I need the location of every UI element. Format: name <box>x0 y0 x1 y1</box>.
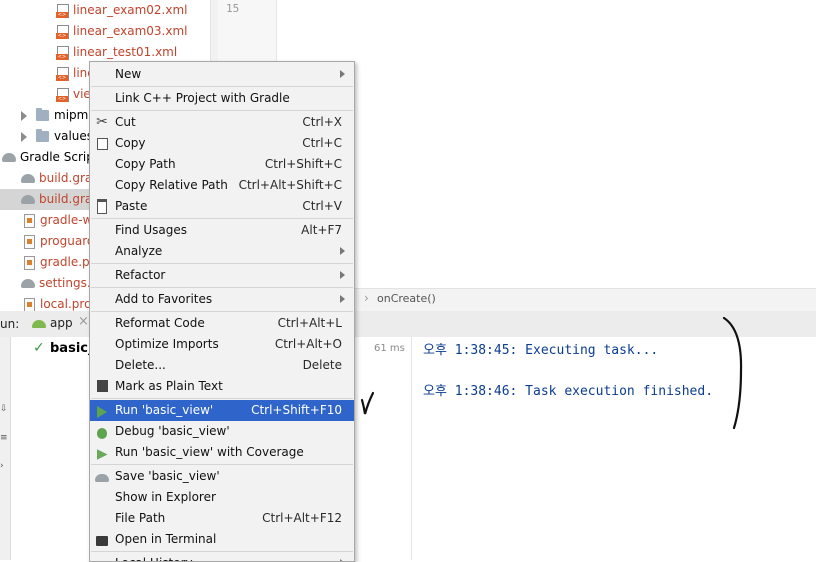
console-output[interactable] <box>411 337 816 560</box>
console-line: 오후 1:38:45: Executing task... <box>423 343 659 358</box>
copy-icon <box>93 133 109 154</box>
menu-item-open-terminal[interactable]: Open in Terminal <box>90 529 354 550</box>
menu-item-copy-path[interactable]: Copy Path Ctrl+Shift+C <box>90 154 354 175</box>
coverage-icon <box>95 442 109 463</box>
context-menu: New Link C++ Project with Gradle ✂ Cut Ctr… <box>89 61 355 562</box>
submenu-arrow-icon <box>340 295 345 303</box>
menu-item-link-cpp[interactable]: Link C++ Project with Gradle <box>90 88 354 109</box>
tree-item-file[interactable]: <> linear_test01.xml <box>56 42 177 63</box>
submenu-arrow-icon <box>340 247 345 255</box>
submenu-arrow-icon <box>340 271 345 279</box>
breadcrumb-separator-icon: › <box>364 291 369 305</box>
plain-text-icon <box>95 376 109 397</box>
menu-item-local-history[interactable]: Local History <box>90 553 354 561</box>
tree-item-file[interactable]: proguard <box>24 231 95 252</box>
filter-icon[interactable]: ≡ <box>0 433 8 443</box>
expand-arrow-icon[interactable] <box>21 110 27 121</box>
menu-item-new[interactable]: New <box>90 64 354 85</box>
menu-item-copy-relative-path[interactable]: Copy Relative Path Ctrl+Alt+Shift+C <box>90 175 354 196</box>
build-duration: 61 ms <box>374 343 405 354</box>
gradle-icon <box>95 466 109 487</box>
gradle-icon <box>21 195 35 204</box>
android-icon <box>32 319 46 328</box>
tree-folder-mipmap[interactable]: mipm <box>21 105 88 126</box>
expand-arrow-icon[interactable] <box>21 131 27 142</box>
pin-icon[interactable]: › <box>0 461 4 471</box>
run-tab-app[interactable]: app <box>32 316 73 330</box>
gradle-icon <box>21 174 35 183</box>
submenu-arrow-icon <box>340 70 345 78</box>
folder-icon <box>36 108 49 121</box>
properties-file-icon <box>24 297 35 312</box>
xml-file-icon: <> <box>56 45 69 60</box>
menu-item-add-to-favorites[interactable]: Add to Favorites <box>90 289 354 310</box>
properties-file-icon <box>24 213 35 228</box>
properties-file-icon <box>24 255 35 270</box>
menu-item-refactor[interactable]: Refactor <box>90 265 354 286</box>
menu-item-reformat-code[interactable]: Reformat Code Ctrl+Alt+L <box>90 313 354 334</box>
tree-item-file[interactable]: <> linear_exam02.xml <box>56 0 187 21</box>
menu-item-debug[interactable]: Debug 'basic_view' <box>90 421 354 442</box>
run-icon <box>95 400 109 421</box>
xml-file-icon: <> <box>56 24 69 39</box>
menu-item-mark-plain-text[interactable]: Mark as Plain Text <box>90 376 354 397</box>
scroll-icon[interactable]: ⇩ <box>0 404 8 414</box>
tree-item-file[interactable]: <> vie <box>56 84 91 105</box>
menu-item-copy[interactable]: Copy Ctrl+C <box>90 133 354 154</box>
xml-file-icon: <> <box>56 3 69 18</box>
menu-item-file-path[interactable]: File Path Ctrl+Alt+F12 <box>90 508 354 529</box>
gradle-icon <box>2 153 16 162</box>
menu-item-analyze[interactable]: Analyze <box>90 241 354 262</box>
gradle-icon <box>21 279 35 288</box>
line-number: 15 <box>226 2 240 15</box>
menu-item-find-usages[interactable]: Find Usages Alt+F7 <box>90 220 354 241</box>
tree-gradle-scripts[interactable]: Gradle Script <box>2 147 99 168</box>
menu-item-optimize-imports[interactable]: Optimize Imports Ctrl+Alt+O <box>90 334 354 355</box>
menu-item-paste[interactable]: Paste Ctrl+V <box>90 196 354 217</box>
menu-item-show-in-explorer[interactable]: Show in Explorer <box>90 487 354 508</box>
breadcrumb-item[interactable]: onCreate() <box>377 292 436 305</box>
console-line: 오후 1:38:46: Task execution finished. <box>423 384 714 399</box>
menu-item-run-coverage[interactable]: Run 'basic_view' with Coverage <box>90 442 354 463</box>
check-icon: ✓ <box>33 340 45 356</box>
properties-file-icon <box>24 234 35 249</box>
menu-item-save-config[interactable]: Save 'basic_view' <box>90 466 354 487</box>
tree-item-file[interactable]: <> linear_exam03.xml <box>56 21 187 42</box>
xml-file-icon: <> <box>56 87 69 102</box>
tree-item-settings-gradle[interactable]: settings.g <box>21 273 98 294</box>
tree-item-file[interactable]: gradle-wr <box>24 210 97 231</box>
xml-file-icon: <> <box>56 66 69 81</box>
tree-folder-values[interactable]: values <box>21 126 93 147</box>
folder-icon <box>36 129 49 142</box>
debug-icon <box>95 421 109 442</box>
menu-item-cut[interactable]: ✂ Cut Ctrl+X <box>90 112 354 133</box>
run-toolbar: ⇩ ≡ › <box>0 337 11 560</box>
run-label: un: <box>0 317 20 331</box>
terminal-icon <box>95 529 109 550</box>
scissors-icon: ✂ <box>96 114 108 130</box>
close-icon[interactable]: × <box>78 314 89 329</box>
paste-icon <box>95 196 109 218</box>
menu-item-delete[interactable]: Delete... Delete <box>90 355 354 376</box>
menu-item-run[interactable]: Run 'basic_view' Ctrl+Shift+F10 <box>90 400 354 421</box>
